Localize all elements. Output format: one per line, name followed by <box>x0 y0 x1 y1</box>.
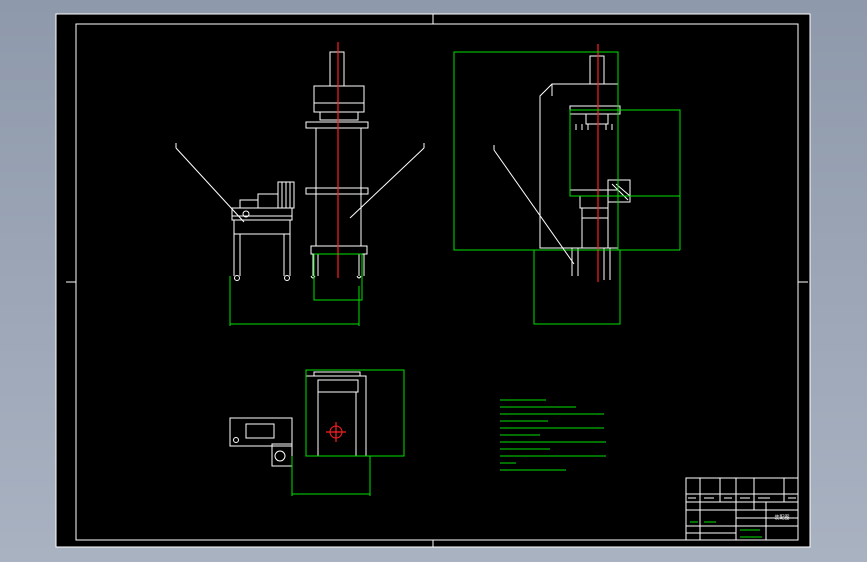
drawing-sheet <box>55 13 811 548</box>
drawing-name: 装配图 <box>774 514 789 521</box>
cad-drawing-canvas[interactable]: 装配图 <box>0 0 867 562</box>
